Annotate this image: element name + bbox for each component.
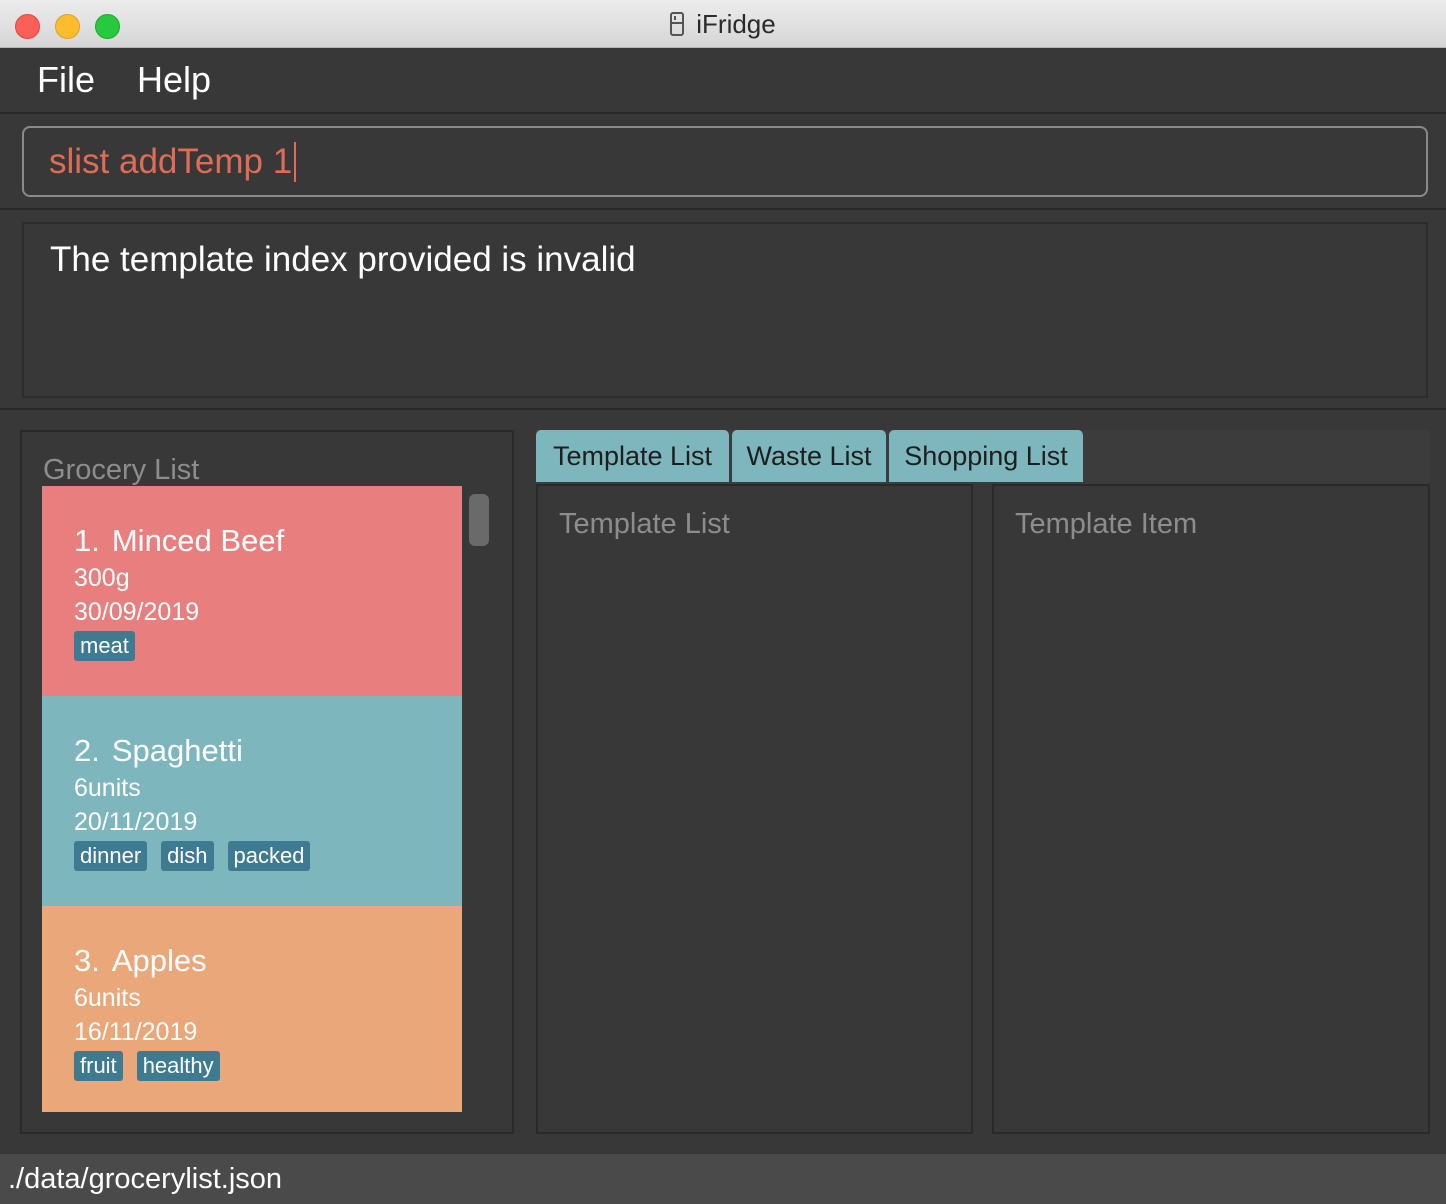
result-display: The template index provided is invalid [22,222,1428,398]
tab-bar: Template List Waste List Shopping List [536,430,1430,484]
grocery-name: Minced Beef [111,523,285,558]
tab-waste-list[interactable]: Waste List [732,430,886,482]
template-item-title: Template Item [1015,508,1198,540]
result-message: The template index provided is invalid [50,240,636,279]
tab-shopping-list[interactable]: Shopping List [889,430,1083,482]
command-text: slist addTemp 1 [49,141,293,181]
grocery-name: Apples [111,943,207,978]
tag-badge: meat [74,631,135,661]
text-caret [294,141,297,182]
grocery-expiry: 30/09/2019 [74,598,200,626]
tag-badge: dish [161,841,214,871]
command-input[interactable]: slist addTemp 1 [22,126,1428,197]
grocery-list[interactable]: 1. Minced Beef 300g 30/09/2019 meat 2. Spa… [42,486,462,1112]
template-item-panel[interactable]: Template Item [992,484,1430,1134]
grocery-card[interactable]: 3. Apples 6units 16/11/2019 fruit healthy [42,906,462,1112]
tab-template-list[interactable]: Template List [536,430,729,482]
grocery-index: 3. [74,943,100,978]
tag-badge: packed [227,841,311,871]
menu-file[interactable]: File [37,59,95,101]
grocery-card[interactable]: 1. Minced Beef 300g 30/09/2019 meat [42,486,462,696]
grocery-panel: Grocery List 1. Minced Beef 300g 30/09/20… [20,430,514,1134]
grocery-index: 1. [74,523,100,558]
grocery-index: 2. [74,733,100,768]
fridge-icon [670,12,685,36]
menu-bar: File Help [0,48,1446,114]
template-list-title: Template List [559,508,730,540]
grocery-scrollbar-thumb[interactable] [469,494,489,546]
result-area: The template index provided is invalid [0,212,1446,410]
tag-list: fruit healthy [74,1051,462,1081]
tag-badge: fruit [74,1051,123,1081]
tag-badge: healthy [136,1051,220,1081]
grocery-amount: 300g [74,564,130,592]
grocery-amount: 6units [74,774,141,802]
tag-list: dinner dish packed [74,841,462,871]
command-area: slist addTemp 1 [0,116,1446,210]
grocery-expiry: 20/11/2019 [74,808,198,836]
grocery-amount: 6units [74,984,141,1012]
app-window: iFridge File Help slist addTemp 1 The te… [0,0,1446,1204]
grocery-expiry: 16/11/2019 [74,1018,198,1046]
grocery-panel-title: Grocery List [43,454,200,486]
tag-list: meat [74,631,462,661]
menu-help[interactable]: Help [137,59,211,101]
window-title: iFridge [696,8,776,39]
title-bar: iFridge [0,0,1446,48]
template-list-panel[interactable]: Template List [536,484,973,1134]
status-bar: ./data/grocerylist.json [0,1154,1446,1204]
grocery-card[interactable]: 2. Spaghetti 6units 20/11/2019 dinner dis… [42,696,462,906]
tag-badge: dinner [74,841,148,871]
grocery-name: Spaghetti [111,733,243,768]
data-file-path: ./data/grocerylist.json [8,1162,283,1195]
